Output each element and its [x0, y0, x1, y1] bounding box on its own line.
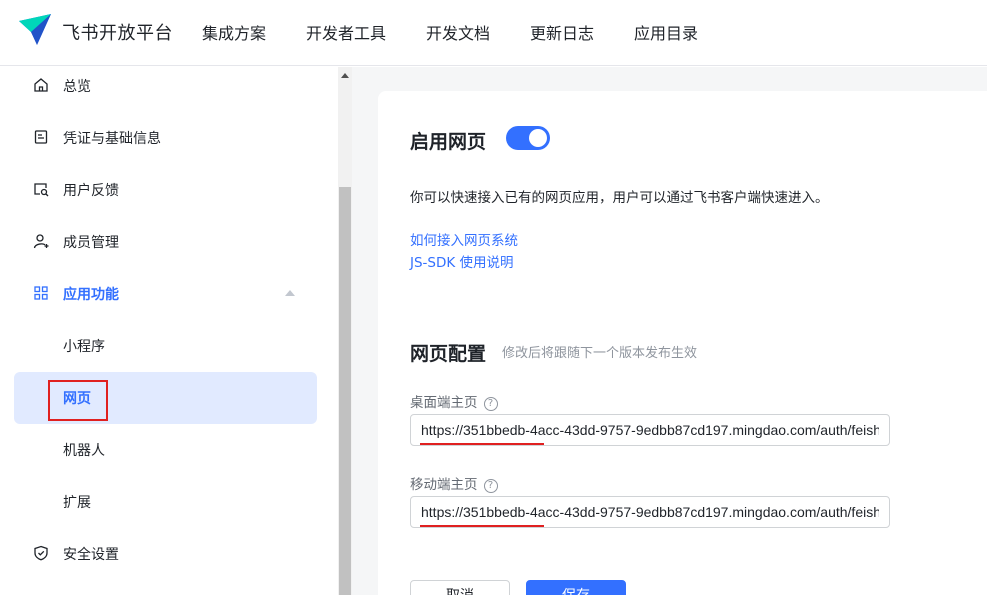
top-navbar: 飞书开放平台 集成方案 开发者工具 开发文档 更新日志 应用目录 — [0, 0, 987, 66]
feedback-icon — [34, 183, 49, 197]
sidebar-item-overview[interactable]: 总览 — [14, 60, 317, 112]
home-icon — [34, 78, 48, 92]
desktop-homepage-label: 桌面端主页? — [410, 391, 498, 411]
web-config-title: 网页配置 — [410, 343, 487, 365]
enable-web-toggle[interactable] — [506, 126, 550, 150]
sidebar-item-label: 凭证与基础信息 — [63, 131, 161, 147]
sidebar-item-mini-program[interactable]: 小程序 — [14, 320, 317, 372]
desktop-homepage-label-text: 桌面端主页 — [410, 395, 478, 411]
desktop-homepage-input[interactable] — [410, 414, 890, 446]
link-jssdk-guide[interactable]: JS-SDK 使用说明 — [410, 251, 514, 271]
nav-dev-docs[interactable]: 开发文档 — [426, 20, 490, 44]
sidebar-item-security[interactable]: 安全设置 — [14, 528, 317, 580]
sidebar-item-feedback[interactable]: 用户反馈 — [14, 164, 317, 216]
shield-icon — [34, 545, 48, 561]
nav-dev-tools[interactable]: 开发者工具 — [306, 20, 386, 44]
feishu-logo-icon[interactable] — [17, 12, 53, 48]
sidebar-item-label: 机器人 — [63, 443, 105, 459]
annotation-underline — [420, 525, 544, 527]
nav-changelog[interactable]: 更新日志 — [530, 20, 594, 44]
cancel-button[interactable]: 取消 — [410, 580, 510, 595]
nav-app-directory[interactable]: 应用目录 — [634, 20, 698, 44]
brand-title[interactable]: 飞书开放平台 — [62, 19, 173, 45]
web-settings-card: 启用网页 你可以快速接入已有的网页应用，用户可以通过飞书客户端快速进入。 如何接… — [378, 91, 987, 595]
mobile-homepage-label-text: 移动端主页 — [410, 477, 478, 493]
grid-icon — [34, 286, 48, 300]
mobile-homepage-label: 移动端主页? — [410, 473, 498, 493]
nav-solutions[interactable]: 集成方案 — [202, 20, 266, 44]
link-how-to-integrate[interactable]: 如何接入网页系统 — [410, 229, 518, 249]
sidebar-item-label: 总览 — [63, 79, 91, 95]
enable-web-title: 启用网页 — [410, 131, 487, 153]
sidebar-item-label: 小程序 — [63, 339, 105, 355]
sidebar-item-members[interactable]: 成员管理 — [14, 216, 317, 268]
mobile-homepage-input[interactable] — [410, 496, 890, 528]
scroll-up-arrow-icon[interactable] — [341, 73, 349, 78]
credential-icon — [34, 130, 48, 144]
toggle-knob — [529, 129, 547, 147]
sidebar: 总览 凭证与基础信息 用户反馈 成员管理 应用功能 小程序 网页 机器人 扩展 … — [0, 67, 338, 595]
web-description: 你可以快速接入已有的网页应用，用户可以通过飞书客户端快速进入。 — [410, 190, 829, 206]
main-content: 启用网页 你可以快速接入已有的网页应用，用户可以通过飞书客户端快速进入。 如何接… — [352, 67, 987, 595]
member-add-icon — [33, 234, 49, 249]
help-icon[interactable]: ? — [483, 479, 498, 493]
sidebar-item-label: 成员管理 — [63, 235, 119, 251]
chevron-up-icon[interactable] — [285, 290, 295, 296]
sidebar-item-label: 用户反馈 — [63, 183, 119, 199]
help-icon[interactable]: ? — [483, 397, 498, 411]
sidebar-item-label: 安全设置 — [63, 547, 119, 563]
sidebar-item-extension[interactable]: 扩展 — [14, 476, 317, 528]
sidebar-item-label: 应用功能 — [63, 287, 119, 303]
annotation-underline — [420, 443, 544, 445]
sidebar-item-web[interactable]: 网页 — [14, 372, 317, 424]
sidebar-item-credentials[interactable]: 凭证与基础信息 — [14, 112, 317, 164]
annotation-highlight-box — [48, 380, 108, 421]
save-button[interactable]: 保存 — [526, 580, 626, 595]
sidebar-item-label: 扩展 — [63, 495, 91, 511]
sidebar-item-app-features[interactable]: 应用功能 — [14, 268, 317, 320]
config-hint: 修改后将跟随下一个版本发布生效 — [502, 346, 698, 361]
sidebar-item-bot[interactable]: 机器人 — [14, 424, 317, 476]
sidebar-scrollbar[interactable] — [338, 67, 352, 595]
scrollbar-thumb[interactable] — [339, 187, 351, 595]
